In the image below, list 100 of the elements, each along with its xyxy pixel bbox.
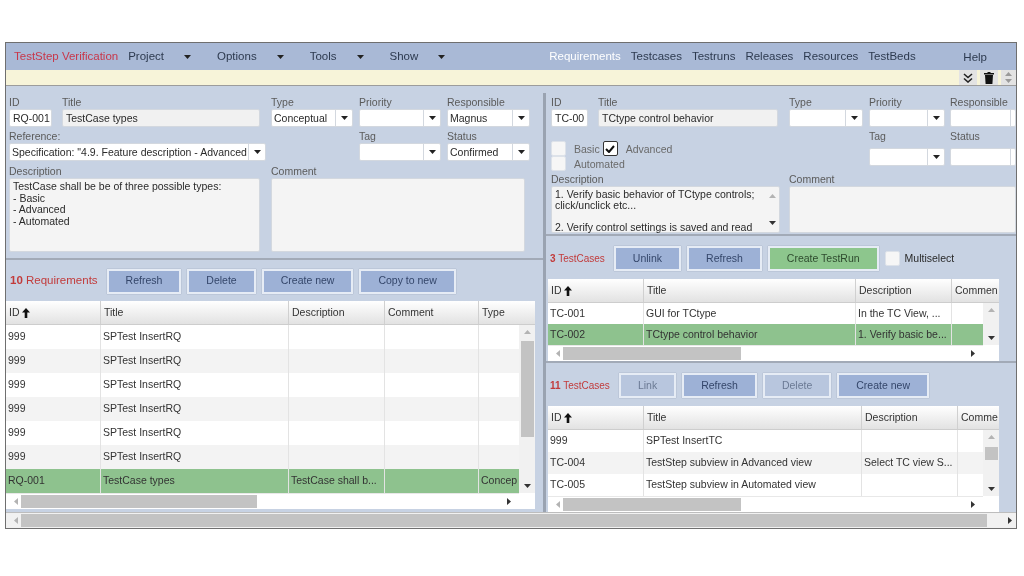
description-field[interactable]: TestCase shall be be of three possible types: - Basic - Advanced - Automated [9, 178, 260, 252]
nav-tab[interactable]: Resources [803, 47, 859, 66]
column-header[interactable]: Title [644, 406, 862, 429]
reference-select[interactable]: Specification: "4.9. Feature description - Advanced [9, 143, 266, 161]
toolbar-button[interactable]: Create TestRun [767, 246, 879, 271]
comment-field[interactable] [789, 186, 1016, 233]
toolbar-button[interactable]: Refresh [682, 373, 757, 398]
menu-button[interactable]: Options [217, 47, 284, 66]
toolbar-button[interactable]: Unlink [613, 246, 682, 271]
scroll-up-arrow-icon[interactable] [768, 194, 776, 198]
scroll-thumb[interactable] [21, 495, 257, 508]
scroll-thumb[interactable] [984, 447, 998, 460]
column-header[interactable]: Title [644, 279, 856, 302]
toolbar-button[interactable]: Delete [187, 268, 256, 294]
checkbox-label[interactable]: Basic [574, 142, 600, 155]
description-label: Description [9, 164, 62, 178]
help-menu[interactable]: Help [963, 48, 987, 67]
table-row[interactable]: 999 SPTest InsertRQ [6, 349, 519, 373]
scroll-thumb[interactable] [563, 347, 741, 360]
column-header[interactable]: Comme [958, 406, 999, 429]
scroll-left-arrow-icon[interactable] [14, 498, 18, 505]
status-select[interactable] [950, 148, 1016, 166]
priority-label: Priority [359, 95, 392, 109]
nav-tab[interactable]: TestBeds [868, 47, 916, 66]
title-field[interactable]: TestCase types [62, 109, 260, 127]
scroll-up-arrow-icon[interactable] [523, 330, 531, 334]
column-header[interactable]: Description [289, 301, 385, 324]
multiselect-label[interactable]: Multiselect [904, 250, 955, 267]
type-select[interactable] [789, 109, 863, 127]
column-header[interactable]: ID [6, 301, 101, 324]
column-header[interactable]: Commen [952, 279, 999, 302]
checkbox-label[interactable]: Automated [574, 157, 625, 170]
scroll-left-arrow-icon[interactable] [14, 517, 18, 524]
caret-icon [517, 116, 525, 120]
scroll-thumb[interactable] [21, 514, 987, 527]
column-header[interactable]: ID [548, 279, 644, 302]
table-row[interactable]: RQ-001 TestCase types TestCase shall b... Concep [6, 469, 519, 493]
vertical-scrollbar[interactable] [983, 303, 999, 345]
menu-button[interactable]: Show [389, 47, 446, 66]
table-row[interactable]: 999 SPTest InsertRQ [6, 445, 519, 469]
column-header[interactable]: Type [479, 301, 535, 324]
checkbox[interactable] [602, 141, 618, 156]
scroll-right-arrow-icon[interactable] [971, 501, 975, 508]
toolbar-button[interactable]: Copy to new [359, 268, 456, 294]
horizontal-scrollbar[interactable] [6, 512, 1016, 528]
scroll-right-arrow-icon[interactable] [971, 350, 975, 357]
type-select[interactable]: Conceptual [271, 109, 353, 127]
nav-tab[interactable]: Releases [745, 47, 794, 66]
double-chevron-down-icon[interactable] [959, 70, 977, 85]
scroll-down-arrow-icon[interactable] [523, 484, 531, 488]
checkbox-label[interactable]: Advanced [625, 142, 673, 155]
scroll-right-arrow-icon[interactable] [507, 498, 511, 505]
id-field[interactable]: RQ-001 [9, 109, 52, 127]
scroll-left-arrow-icon[interactable] [556, 350, 560, 357]
up-down-arrows-icon[interactable] [1001, 70, 1016, 85]
status-select[interactable]: Confirmed [447, 143, 530, 161]
menu-button[interactable]: Project [128, 47, 191, 66]
priority-select[interactable] [359, 109, 441, 127]
toolbar-button[interactable]: Create new [837, 373, 929, 398]
arrow-up-icon [21, 307, 30, 318]
menu-button[interactable]: Tools [309, 47, 364, 66]
nav-tab[interactable]: Testruns [691, 47, 736, 66]
column-header[interactable]: Description [862, 406, 958, 429]
responsible-select[interactable]: Magnus [447, 109, 530, 127]
scroll-down-arrow-icon[interactable] [987, 487, 995, 491]
column-header[interactable]: Title [101, 301, 289, 324]
priority-select[interactable] [869, 109, 945, 127]
comment-field[interactable] [271, 178, 525, 252]
description-field[interactable]: 1. Verify basic behavior of TCtype controls; click/unclick etc... 2. Verify control settings is saved and read [551, 186, 780, 233]
responsible-select[interactable] [950, 109, 1016, 127]
title-label: Title [598, 95, 618, 109]
description-label: Description [551, 172, 604, 186]
type-label: Type [271, 95, 294, 109]
scroll-down-arrow-icon[interactable] [987, 336, 995, 340]
scroll-up-arrow-icon[interactable] [987, 435, 995, 439]
trash-icon[interactable] [980, 70, 998, 85]
id-field[interactable]: TC-00 [551, 109, 588, 127]
column-header[interactable]: Description [856, 279, 952, 302]
scroll-left-arrow-icon[interactable] [556, 501, 560, 508]
toolbar-button[interactable]: Refresh [106, 268, 182, 294]
tag-select[interactable] [869, 148, 945, 166]
title-field[interactable]: TCtype control behavior [598, 109, 778, 127]
table-row[interactable]: TC-002 TCtype control behavior 1. Verify basic be... [548, 324, 983, 345]
toolbar-button[interactable]: Refresh [687, 246, 762, 271]
table-row[interactable]: TC-004 TestStep subview in Advanced view Select TC view S... [548, 452, 983, 474]
scroll-right-arrow-icon[interactable] [1008, 517, 1012, 524]
scroll-thumb[interactable] [520, 341, 534, 437]
toolbar-button[interactable]: Create new [261, 268, 354, 294]
table-row[interactable]: 999 SPTest InsertRQ [6, 397, 519, 421]
caret-icon [340, 116, 348, 120]
nav-tab[interactable]: Testcases [630, 47, 682, 66]
id-label: ID [551, 95, 562, 109]
scroll-up-arrow-icon[interactable] [987, 308, 995, 312]
vertical-scrollbar[interactable] [519, 325, 535, 493]
tag-select[interactable] [359, 143, 441, 161]
column-header[interactable]: ID [548, 406, 644, 429]
column-header[interactable]: Comment [385, 301, 479, 324]
scroll-down-arrow-icon[interactable] [768, 221, 776, 225]
scroll-thumb[interactable] [563, 498, 741, 511]
vertical-scrollbar[interactable] [983, 430, 999, 496]
